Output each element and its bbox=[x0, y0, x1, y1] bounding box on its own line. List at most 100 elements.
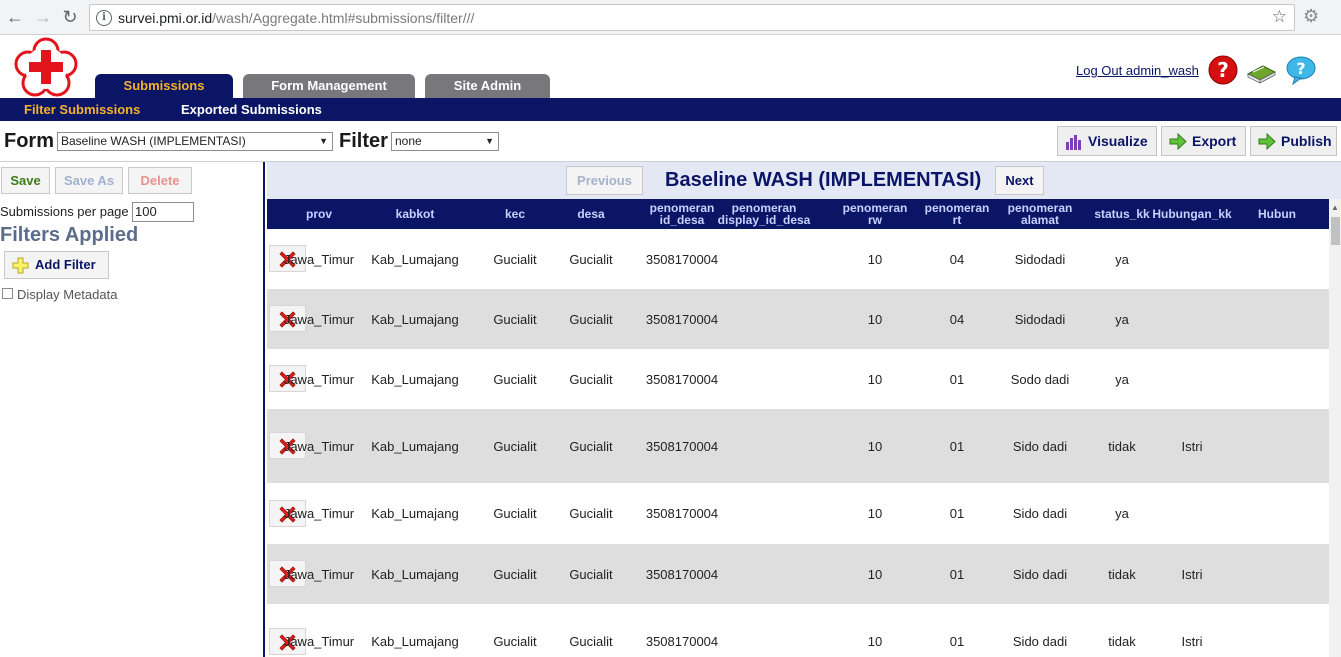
bar-chart-icon bbox=[1066, 135, 1081, 150]
tab-site-admin[interactable]: Site Admin bbox=[425, 74, 550, 98]
column-header[interactable]: Hubun bbox=[1247, 199, 1307, 229]
form-select-value: Baseline WASH (IMPLEMENTASI) bbox=[61, 134, 246, 148]
table-row: Jawa_Timur Kab_Lumajang Gucialit Gucialit 35… bbox=[267, 604, 1329, 657]
column-header[interactable]: penomeran rw bbox=[835, 199, 915, 229]
table-cell bbox=[1147, 483, 1237, 544]
table-cell bbox=[1247, 349, 1307, 409]
table-row: Jawa_Timur Kab_Lumajang Gucialit Gucialit 35… bbox=[267, 289, 1329, 349]
table-cell: Kab_Lumajang bbox=[371, 438, 459, 454]
results-title: Baseline WASH (IMPLEMENTASI) bbox=[665, 169, 982, 191]
address-bar[interactable]: i survei.pmi.or.id/wash/Aggregate.html#s… bbox=[89, 4, 1295, 31]
table-cell: Jawa_Timur bbox=[283, 566, 355, 582]
table-cell: Gucialit bbox=[493, 438, 537, 454]
table-cell: Gucialit bbox=[569, 438, 613, 454]
filter-select-value: none bbox=[395, 134, 422, 148]
table-cell: Istri bbox=[1181, 634, 1203, 649]
column-header[interactable]: kec bbox=[485, 199, 545, 229]
column-header[interactable]: penomeran rt bbox=[917, 199, 997, 229]
table-cell bbox=[1247, 289, 1307, 349]
save-as-button[interactable]: Save As bbox=[55, 167, 123, 194]
chat-help-icon[interactable]: ? bbox=[1285, 54, 1317, 86]
scrollbar-thumb[interactable] bbox=[1331, 217, 1340, 245]
table-cell: 04 bbox=[949, 311, 965, 327]
site-info-icon[interactable]: i bbox=[96, 10, 112, 26]
subnav-filter-submissions[interactable]: Filter Submissions bbox=[24, 102, 140, 117]
extension-gear-icon[interactable]: ⚙ bbox=[1303, 6, 1319, 27]
bookmark-star-icon[interactable]: ☆ bbox=[1272, 7, 1287, 27]
table-cell: Istri bbox=[1181, 438, 1203, 454]
table-cell: Sidodadi bbox=[1014, 251, 1066, 267]
table-cell bbox=[1247, 544, 1307, 604]
table-cell: Jawa_Timur bbox=[283, 371, 355, 387]
export-button[interactable]: Export bbox=[1161, 126, 1246, 156]
table-cell: 10 bbox=[867, 506, 883, 521]
filter-select[interactable]: none ▼ bbox=[391, 132, 499, 151]
table-cell: Jawa_Timur bbox=[283, 438, 355, 454]
publish-label: Publish bbox=[1281, 133, 1332, 149]
filter-label: Filter bbox=[339, 130, 388, 152]
column-header[interactable]: desa bbox=[549, 199, 633, 229]
browser-toolbar: ← → ↻ i survei.pmi.or.id/wash/Aggregate.… bbox=[0, 0, 1341, 35]
next-button[interactable]: Next bbox=[995, 166, 1044, 195]
table-cell: Sido dadi bbox=[1012, 566, 1068, 582]
table-cell: Sido dadi bbox=[1012, 506, 1068, 521]
table-cell: 10 bbox=[867, 371, 883, 387]
form-select[interactable]: Baseline WASH (IMPLEMENTASI) ▼ bbox=[57, 132, 333, 151]
table-cell: 01 bbox=[949, 634, 965, 649]
table-header: prov kabkot kec desa penomeran id_desa penomer… bbox=[267, 199, 1329, 229]
table-cell bbox=[1147, 349, 1237, 409]
add-filter-button[interactable]: Add Filter bbox=[4, 251, 109, 279]
table-cell bbox=[1247, 229, 1307, 289]
per-page-input[interactable]: 100 bbox=[132, 202, 194, 222]
chevron-down-icon: ▼ bbox=[485, 136, 494, 146]
logout-link[interactable]: Log Out admin_wash bbox=[1076, 63, 1199, 78]
book-icon[interactable] bbox=[1245, 54, 1277, 86]
table-cell: Kab_Lumajang bbox=[371, 566, 459, 582]
table-cell: Kab_Lumajang bbox=[371, 506, 459, 521]
plus-icon bbox=[12, 257, 29, 274]
table-cell: Sido dadi bbox=[1012, 634, 1068, 649]
url-text: survei.pmi.or.id/wash/Aggregate.html#sub… bbox=[118, 10, 475, 26]
table-cell bbox=[1147, 289, 1237, 349]
column-header[interactable]: kabkot bbox=[370, 199, 460, 229]
pager-bar: Previous Baseline WASH (IMPLEMENTASI) Ne… bbox=[267, 162, 1341, 199]
forward-arrow-icon[interactable]: → bbox=[32, 5, 54, 29]
back-arrow-icon[interactable]: ← bbox=[4, 5, 26, 29]
table-cell: Gucialit bbox=[569, 311, 613, 327]
table-cell: Gucialit bbox=[569, 371, 613, 387]
vertical-scrollbar[interactable]: ▲ bbox=[1329, 199, 1341, 657]
save-button[interactable]: Save bbox=[1, 167, 50, 194]
table-cell: 10 bbox=[867, 566, 883, 582]
table-cell: Jawa_Timur bbox=[283, 251, 355, 267]
table-row: Jawa_Timur Kab_Lumajang Gucialit Gucialit 35… bbox=[267, 544, 1329, 604]
table-cell: Gucialit bbox=[493, 506, 537, 521]
visualize-button[interactable]: Visualize bbox=[1057, 126, 1157, 156]
table-row: Jawa_Timur Kab_Lumajang Gucialit Gucialit 35… bbox=[267, 229, 1329, 289]
reload-icon[interactable]: ↻ bbox=[59, 5, 81, 29]
visualize-label: Visualize bbox=[1088, 133, 1148, 149]
publish-button[interactable]: Publish bbox=[1250, 126, 1337, 156]
filters-applied-title: Filters Applied bbox=[0, 224, 139, 246]
table-cell: 10 bbox=[867, 251, 883, 267]
table-cell: 01 bbox=[949, 506, 965, 521]
table-cell: Gucialit bbox=[569, 634, 613, 649]
column-header[interactable]: prov bbox=[277, 199, 361, 229]
table-cell: Jawa_Timur bbox=[283, 506, 355, 521]
help-icon[interactable]: ? bbox=[1207, 54, 1239, 86]
table-cell: Istri bbox=[1181, 566, 1203, 582]
subnav-exported-submissions[interactable]: Exported Submissions bbox=[181, 102, 322, 117]
table-cell: Gucialit bbox=[493, 251, 537, 267]
tab-submissions[interactable]: Submissions bbox=[95, 74, 233, 98]
column-header[interactable]: penomeran alamat bbox=[1000, 199, 1080, 229]
scroll-up-icon[interactable]: ▲ bbox=[1331, 203, 1339, 212]
column-header[interactable]: penomeran display_id_desa bbox=[709, 199, 819, 229]
display-metadata-checkbox[interactable] bbox=[2, 288, 13, 299]
export-label: Export bbox=[1192, 133, 1237, 149]
table-cell: Jawa_Timur bbox=[283, 311, 355, 327]
previous-button[interactable]: Previous bbox=[566, 166, 643, 195]
delete-button[interactable]: Delete bbox=[128, 167, 192, 194]
tab-form-management[interactable]: Form Management bbox=[243, 74, 415, 98]
table-row: Jawa_Timur Kab_Lumajang Gucialit Gucialit 35… bbox=[267, 409, 1329, 483]
column-header[interactable]: Hubungan_kk bbox=[1147, 199, 1237, 229]
table-cell: Kab_Lumajang bbox=[371, 251, 459, 267]
